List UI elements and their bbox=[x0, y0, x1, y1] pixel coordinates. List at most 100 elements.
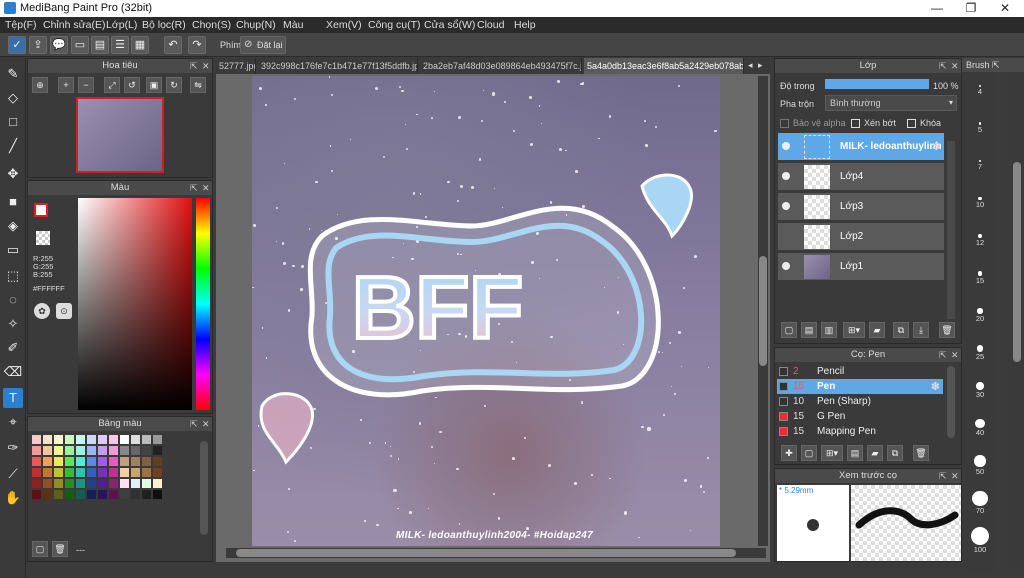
color-swatch[interactable] bbox=[109, 479, 118, 488]
brush-size-option[interactable]: 7 bbox=[965, 151, 995, 171]
float-icon[interactable]: ⇱ bbox=[939, 59, 947, 73]
color-swatch[interactable] bbox=[109, 457, 118, 466]
color-swatch[interactable] bbox=[87, 435, 96, 444]
magic-wand-icon[interactable]: ✧ bbox=[3, 314, 23, 334]
color-swatch[interactable] bbox=[142, 435, 151, 444]
eye-icon[interactable] bbox=[782, 262, 790, 270]
color-swatch[interactable] bbox=[65, 479, 74, 488]
smudge-tool-icon[interactable]: ✑ bbox=[3, 438, 23, 458]
menu-file[interactable]: Tệp(F) bbox=[5, 19, 37, 31]
menu-help[interactable]: Help bbox=[514, 19, 536, 31]
brush-scrollbar[interactable] bbox=[947, 366, 955, 438]
color-swatch[interactable] bbox=[98, 479, 107, 488]
color-swatch[interactable] bbox=[153, 479, 162, 488]
bucket-tool-icon[interactable]: ◈ bbox=[3, 216, 23, 236]
gradient-tool-icon[interactable]: ▭ bbox=[3, 240, 23, 260]
select-pen-icon[interactable]: ✐ bbox=[3, 338, 23, 358]
zoom-in-icon[interactable]: ⊕ bbox=[32, 77, 48, 93]
color-swatch[interactable] bbox=[32, 490, 41, 499]
color-swatch[interactable] bbox=[54, 479, 63, 488]
opacity-slider[interactable] bbox=[825, 79, 929, 89]
eye-icon[interactable] bbox=[782, 142, 790, 150]
brush-size-scrollbar[interactable] bbox=[1012, 72, 1022, 572]
reset-button[interactable]: ⊘ Đặt lại bbox=[240, 36, 286, 54]
move-tool-icon[interactable]: ✥ bbox=[3, 164, 23, 184]
delete-brush-icon[interactable]: 🗑 bbox=[913, 445, 929, 461]
brush-size-option[interactable]: 5 bbox=[965, 114, 995, 134]
add-layer-menu-icon[interactable]: ⊞▾ bbox=[843, 322, 865, 338]
brush-tool-icon[interactable]: ✎ bbox=[3, 64, 23, 84]
color-swatch[interactable] bbox=[32, 479, 41, 488]
close-panel-icon[interactable]: ✕ bbox=[951, 348, 959, 362]
flip-icon[interactable]: ⇋ bbox=[190, 77, 206, 93]
actual-size-icon[interactable]: ▣ bbox=[146, 77, 162, 93]
tab-document-3[interactable]: 2ba2eb7af48d03e089864eb493475f7c.jpg bbox=[420, 58, 582, 74]
menu-tools[interactable]: Công cụ(T) bbox=[368, 19, 421, 31]
menu-cloud[interactable]: Cloud bbox=[477, 19, 504, 31]
layer-row[interactable]: Lớp3 bbox=[778, 193, 944, 221]
layer-row[interactable]: Lớp4 bbox=[778, 163, 944, 191]
brush-size-option[interactable]: 10 bbox=[965, 189, 995, 209]
brush-duplicate-icon[interactable]: ⧉ bbox=[887, 445, 903, 461]
color-swatch[interactable] bbox=[109, 490, 118, 499]
lasso-icon[interactable]: ◌ bbox=[3, 290, 23, 310]
color-swatch[interactable] bbox=[153, 490, 162, 499]
color-swatch[interactable] bbox=[153, 446, 162, 455]
brush-size-option[interactable]: 15 bbox=[965, 264, 995, 285]
color-swatch[interactable] bbox=[65, 435, 74, 444]
color-swatch[interactable] bbox=[54, 435, 63, 444]
color-swatch[interactable] bbox=[98, 468, 107, 477]
color-swatch[interactable] bbox=[76, 435, 85, 444]
brush-size-option[interactable]: 12 bbox=[965, 226, 995, 247]
color-swatch[interactable] bbox=[54, 457, 63, 466]
operation-tool-icon[interactable]: ⌖ bbox=[3, 412, 23, 432]
color-swatch[interactable] bbox=[120, 490, 129, 499]
brush-item[interactable]: 10 Pen (Sharp) bbox=[777, 394, 943, 409]
brush-folder-icon[interactable]: ▰ bbox=[867, 445, 883, 461]
color-swatch[interactable] bbox=[43, 446, 52, 455]
brush-size-option[interactable]: 25 bbox=[965, 339, 995, 361]
eye-icon[interactable] bbox=[782, 172, 790, 180]
color-swatch[interactable] bbox=[131, 457, 140, 466]
color-swatch[interactable] bbox=[76, 490, 85, 499]
eyedropper-icon[interactable]: ⟋ bbox=[3, 464, 23, 484]
color-swatch[interactable] bbox=[54, 446, 63, 455]
delete-layer-icon[interactable]: 🗑 bbox=[939, 322, 955, 338]
color-swatch[interactable] bbox=[65, 490, 74, 499]
brush-size-option[interactable]: 50 bbox=[965, 451, 995, 476]
clip-checkbox[interactable] bbox=[851, 119, 860, 128]
chat-icon[interactable]: ▭ bbox=[71, 36, 89, 54]
brush-size-option[interactable]: 100 bbox=[965, 526, 995, 554]
color-swatch[interactable] bbox=[109, 435, 118, 444]
close-panel-icon[interactable]: ✕ bbox=[202, 181, 210, 195]
zoom-plus-icon[interactable]: + bbox=[58, 77, 74, 93]
brush-item[interactable]: 15 Mapping Pen bbox=[777, 424, 943, 439]
brush-file-icon[interactable]: ▤ bbox=[847, 445, 863, 461]
new-8bit-layer-icon[interactable]: ▥ bbox=[821, 322, 837, 338]
color-swatch[interactable] bbox=[98, 490, 107, 499]
fill-rect-tool-icon[interactable]: ■ bbox=[3, 192, 23, 212]
color-swatch[interactable] bbox=[131, 479, 140, 488]
color-swatch[interactable] bbox=[142, 468, 151, 477]
color-swatch[interactable] bbox=[142, 446, 151, 455]
menu-filter[interactable]: Bộ lọc(R) bbox=[142, 19, 186, 31]
tab-scroll-right-icon[interactable]: ▸ bbox=[758, 60, 763, 71]
color-swatch[interactable] bbox=[65, 457, 74, 466]
brush-size-option[interactable]: 70 bbox=[965, 489, 995, 515]
gear-icon[interactable]: ✽ bbox=[932, 140, 941, 153]
eye-icon[interactable] bbox=[782, 202, 790, 210]
color-swatch[interactable] bbox=[43, 468, 52, 477]
color-square[interactable] bbox=[78, 198, 192, 410]
line-tool-icon[interactable]: ╱ bbox=[3, 136, 23, 156]
rotate-left-icon[interactable]: ↺ bbox=[124, 77, 140, 93]
float-icon[interactable]: ⇱ bbox=[939, 469, 947, 483]
protect-alpha-checkbox[interactable] bbox=[780, 119, 789, 128]
transparent-color[interactable] bbox=[36, 231, 50, 245]
color-swatch[interactable] bbox=[87, 490, 96, 499]
color-swatch[interactable] bbox=[142, 479, 151, 488]
text-tool-icon[interactable]: T bbox=[3, 388, 23, 408]
color-swatch[interactable] bbox=[76, 457, 85, 466]
menu-layer[interactable]: Lớp(L) bbox=[106, 19, 137, 31]
color-swatch[interactable] bbox=[87, 446, 96, 455]
color-swatch[interactable] bbox=[142, 490, 151, 499]
